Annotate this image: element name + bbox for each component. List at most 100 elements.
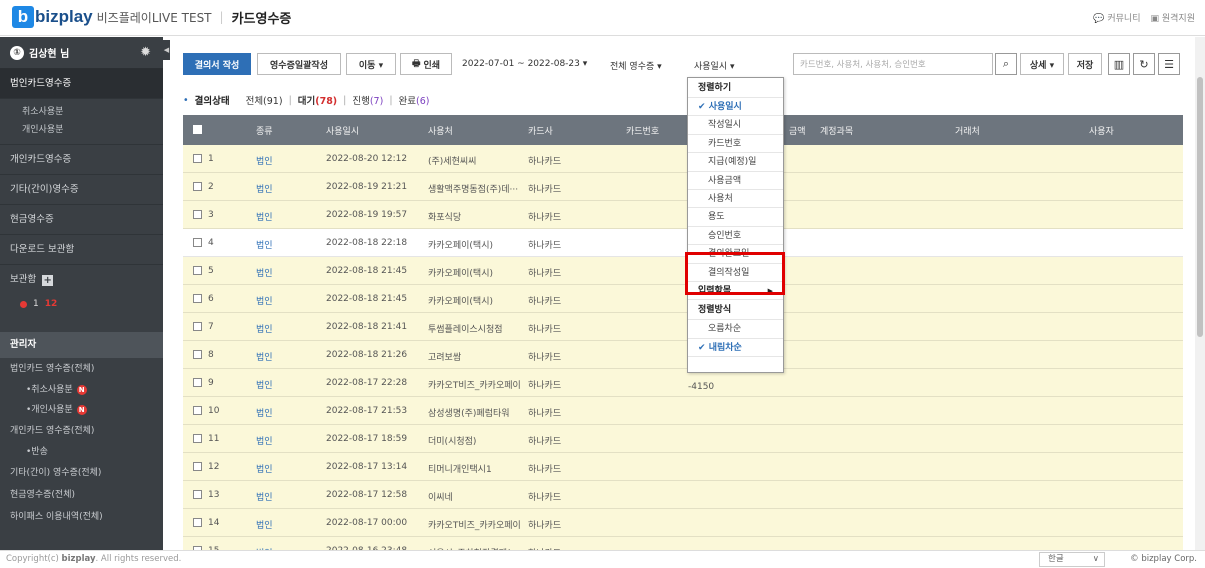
sort-option-use-date[interactable]: ✔ 사용일시 — [688, 98, 783, 117]
collapse-sidebar-button[interactable]: ◀ — [163, 40, 170, 60]
scrollbar-thumb[interactable] — [1197, 77, 1203, 337]
sidebar-sub-cancel[interactable]: 취소사용분 — [0, 103, 163, 121]
table-row[interactable]: 4 법인 2022-08-18 22:18 카카오페이(택시) 하나카드 — [183, 229, 1183, 257]
status-waiting[interactable]: 대기(78) — [298, 93, 337, 107]
date-range-select[interactable]: 2022-07-01 ~ 2022-08-23 ▾ — [462, 59, 587, 69]
row-checkbox[interactable] — [193, 518, 202, 527]
sidebar-item-etc-receipt[interactable]: 기타(간이)영수증 — [0, 175, 163, 205]
admin-item-corp-card[interactable]: 법인카드 영수증(전체) — [0, 358, 163, 380]
select-all-checkbox[interactable] — [193, 125, 202, 134]
row-checkbox[interactable] — [193, 294, 202, 303]
table-row[interactable]: 5 법인 2022-08-18 21:45 카카오페이(택시) 하나카드 — [183, 257, 1183, 285]
col-card-company[interactable]: 카드사 — [528, 124, 553, 137]
row-place: 카카오T비즈_카카오페이 — [428, 521, 521, 531]
table-row[interactable]: 13 법인 2022-08-17 12:58 이씨네 하나카드 — [183, 481, 1183, 509]
col-place[interactable]: 사용처 — [428, 124, 453, 137]
sidebar-sub-personal[interactable]: 개인사용분 — [0, 121, 163, 139]
table-row[interactable]: 15법인2022-08-16 23:48서울시_주차현장결제(···하나카드 — [183, 537, 1183, 550]
remote-support-link[interactable]: ▣ 원격지원 — [1151, 11, 1196, 24]
admin-sub-return[interactable]: •반송 — [0, 442, 163, 462]
sidebar-item-storage[interactable]: 보관함 + — [0, 265, 163, 295]
row-checkbox[interactable] — [193, 238, 202, 247]
sort-option-approval-number[interactable]: 승인번호 — [688, 227, 783, 246]
print-button[interactable]: 🖶 인쇄 — [400, 53, 452, 75]
table-row[interactable]: 1 법인 2022-08-20 12:12 (주)세현씨씨 하나카드 — [183, 145, 1183, 173]
table-row[interactable]: 9 법인 2022-08-17 22:28 카카오T비즈_카카오페이 하나카드 -4150 — [183, 369, 1183, 397]
sidebar-item-personal-card[interactable]: 개인카드영수증 — [0, 145, 163, 175]
table-row[interactable]: 8 법인 2022-08-18 21:26 고려보쌈 하나카드 — [183, 341, 1183, 369]
table-row[interactable]: 6 법인 2022-08-18 21:45 카카오페이(택시) 하나카드 — [183, 285, 1183, 313]
table-row[interactable]: 2 법인 2022-08-19 21:21 생활맥주명동점(주)데··· 하나카드 — [183, 173, 1183, 201]
bulk-write-button[interactable]: 영수증일괄작성 — [257, 53, 341, 75]
list-icon[interactable]: ☰ — [1158, 53, 1180, 75]
sidebar-item-download-box[interactable]: 다운로드 보관함 — [0, 235, 163, 265]
sidebar-item-corp-card[interactable]: 법인카드영수증 — [0, 69, 163, 99]
col-type[interactable]: 종류 — [256, 124, 273, 137]
sort-option-purpose[interactable]: 용도 — [688, 208, 783, 227]
storage-count[interactable]: 1 12 — [0, 295, 163, 313]
row-type: 법인 — [256, 213, 273, 223]
row-checkbox[interactable] — [193, 350, 202, 359]
gear-icon[interactable]: ✹ — [140, 45, 151, 60]
table-row[interactable]: 11 법인 2022-08-17 18:59 더미(시청점) 하나카드 — [183, 425, 1183, 453]
col-user[interactable]: 사용자 — [1089, 124, 1114, 137]
col-vendor[interactable]: 거래처 — [955, 124, 980, 137]
row-checkbox[interactable] — [193, 322, 202, 331]
col-date[interactable]: 사용일시 — [326, 124, 359, 137]
row-checkbox[interactable] — [193, 378, 202, 387]
table-row[interactable]: 10 법인 2022-08-17 21:53 삼성생명(주)폐럼타워 하나카드 — [183, 397, 1183, 425]
corp-name: © bizplay Corp. — [1130, 554, 1197, 564]
plus-icon[interactable]: + — [42, 274, 54, 286]
save-button[interactable]: 저장 — [1068, 53, 1102, 75]
user-profile[interactable]: ① 김상현 님 ✹ — [0, 37, 163, 69]
row-checkbox[interactable] — [193, 406, 202, 415]
sort-option-amount[interactable]: 사용금액 — [688, 172, 783, 190]
scrollbar[interactable] — [1195, 37, 1205, 550]
admin-item-cash-receipt[interactable]: 현금영수증(전체) — [0, 484, 163, 506]
table-row[interactable]: 3 법인 2022-08-19 19:57 화포식당 하나카드 — [183, 201, 1183, 229]
admin-item-hipass[interactable]: 하이패스 이용내역(전체) — [0, 506, 163, 528]
row-checkbox[interactable] — [193, 154, 202, 163]
sort-select[interactable]: 사용일시 ▾ — [694, 59, 735, 72]
row-place: 화포식당 — [428, 213, 462, 223]
row-checkbox[interactable] — [193, 182, 202, 191]
search-icon[interactable]: ⌕ — [995, 53, 1017, 75]
admin-item-etc-receipt[interactable]: 기타(간이) 영수증(전체) — [0, 462, 163, 484]
table-row[interactable]: 7 법인 2022-08-18 21:41 투썸플레이스시청점 하나카드 — [183, 313, 1183, 341]
table-row[interactable]: 12 법인 2022-08-17 13:14 티머니개인택시1 하나카드 — [183, 453, 1183, 481]
row-checkbox[interactable] — [193, 462, 202, 471]
status-progress[interactable]: 진행(7) — [352, 93, 383, 107]
refresh-icon[interactable]: ↻ — [1133, 53, 1155, 75]
community-link[interactable]: 💬 커뮤니티 — [1093, 11, 1140, 24]
col-account[interactable]: 계정과목 — [820, 124, 853, 137]
row-checkbox[interactable] — [193, 434, 202, 443]
admin-item-personal-card[interactable]: 개인카드 영수증(전체) — [0, 420, 163, 442]
sort-option-pay-date[interactable]: 지급(예정)일 — [688, 153, 783, 172]
search-input[interactable]: 카드번호, 사용처, 사용처, 승인번호 — [793, 53, 993, 75]
status-done[interactable]: 완료(6) — [399, 93, 430, 107]
move-button[interactable]: 이동 ▾ — [346, 53, 396, 75]
row-checkbox[interactable] — [193, 490, 202, 499]
col-amount[interactable]: 금액 — [789, 124, 806, 137]
sort-option-write-date[interactable]: 작성일시 — [688, 116, 783, 135]
table-row[interactable]: 14 법인 2022-08-17 00:00 카카오T비즈_카카오페이 하나카드 — [183, 509, 1183, 537]
row-checkbox[interactable] — [193, 210, 202, 219]
sort-option-place[interactable]: 사용처 — [688, 190, 783, 209]
language-select[interactable]: 한글 ∨ — [1039, 552, 1105, 567]
admin-sub-cancel[interactable]: •취소사용분 N — [0, 380, 163, 400]
sort-option-card-number[interactable]: 카드번호 — [688, 135, 783, 154]
sidebar-item-cash-receipt[interactable]: 현금영수증 — [0, 205, 163, 235]
receipt-filter-select[interactable]: 전체 영수증 ▾ — [610, 59, 662, 72]
logo[interactable]: b bizplay 비즈플레이LIVE TEST | 카드영수증 — [12, 5, 291, 29]
order-descending[interactable]: ✔ 내림차순 — [688, 339, 783, 358]
admin-sub-personal[interactable]: •개인사용분 N — [0, 400, 163, 420]
status-all[interactable]: 전체(91) — [246, 93, 283, 107]
row-checkbox[interactable] — [193, 266, 202, 275]
write-resolution-button[interactable]: 결의서 작성 — [183, 53, 251, 75]
col-card-number[interactable]: 카드번호 — [626, 124, 659, 137]
row-card-company: 하나카드 — [528, 409, 562, 419]
detail-search-button[interactable]: 상세 ▾ — [1020, 53, 1064, 75]
order-ascending[interactable]: 오름차순 — [688, 320, 783, 339]
row-number: 9 — [208, 378, 214, 388]
bar-chart-icon[interactable]: ▥ — [1108, 53, 1130, 75]
